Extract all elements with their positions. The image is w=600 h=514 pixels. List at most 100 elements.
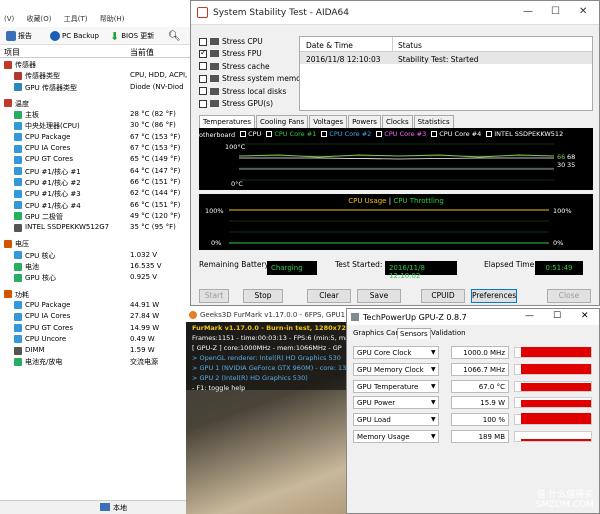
preferences-button[interactable]: Preferences [471,289,517,303]
sensor-row[interactable]: CPU 核心 1.032 V [0,250,190,261]
tab-validation[interactable]: Validation [429,328,468,338]
sensor-icon [14,312,22,321]
gpuz-sensor-name[interactable]: GPU Power [353,396,439,410]
sensor-value: 67 °C (153 °F) [130,144,181,153]
sensor-row[interactable]: CPU #1/核心 #4 66 °C (151 °F) [0,200,190,211]
column-item[interactable]: 项目 [4,47,20,58]
stress-checkbox[interactable] [199,62,207,71]
cpuid-button[interactable]: CPUID [421,289,465,303]
dropdown-arrow-icon[interactable]: ▼ [431,366,436,373]
stress-checkbox[interactable] [199,87,207,96]
sensor-label: 主板 [25,111,39,120]
stress-option[interactable]: Stress cache [199,62,270,71]
sensor-row[interactable]: GPU 核心 0.925 V [0,272,190,283]
gpuz-minimize-icon[interactable]: — [525,311,534,321]
maximize-icon[interactable]: ☐ [551,6,560,17]
sensor-row[interactable]: CPU Package 67 °C (153 °F) [0,132,190,143]
gpuz-sensor-value: 1066.7 MHz [451,362,509,376]
save-button[interactable]: Save [357,289,401,303]
close-button[interactable]: Close [547,289,591,303]
gpuz-sensor-name[interactable]: Memory Usage [353,430,439,443]
sensor-row[interactable]: 中央处理器(CPU) 30 °C (86 °F) [0,120,190,131]
minimize-icon[interactable]: — [523,6,533,17]
sensor-category[interactable]: 温度 [0,98,190,109]
sensor-row[interactable]: CPU IA Cores 67 °C (153 °F) [0,143,190,154]
sensor-category[interactable]: 电压 [0,238,190,249]
clear-button[interactable]: Clear [307,289,351,303]
sensor-row[interactable]: 传感器类型 CPU, HDD, ACPI, [0,70,190,81]
sensor-row[interactable]: 电池充/放电 交流电源 [0,356,190,367]
graph-tab[interactable]: Voltages [309,115,348,128]
sensor-category[interactable]: 传感器 [0,59,190,70]
dropdown-arrow-icon[interactable]: ▼ [431,399,436,406]
menu-favorites[interactable]: 收藏(O) [27,15,52,23]
sensor-label: GPU 核心 [25,274,56,283]
sensor-row[interactable]: CPU #1/核心 #2 66 °C (151 °F) [0,177,190,188]
dropdown-arrow-icon[interactable]: ▼ [431,383,436,390]
menu-help[interactable]: 帮助(H) [100,15,125,23]
stress-checkbox[interactable] [199,48,207,58]
sensor-row[interactable]: CPU Uncore 0.49 W [0,334,190,345]
temp-line-ssd [239,157,554,160]
gpuz-sensor-name[interactable]: GPU Load [353,413,439,427]
sensor-label: 传感器 [15,61,36,69]
sensor-row[interactable]: GPU 二极管 49 °C (120 °F) [0,211,190,222]
sensor-value: 67 °C (153 °F) [130,132,181,141]
stress-option[interactable]: Stress CPU [199,37,263,46]
bios-update-button[interactable]: ⬇ BIOS 更新 [110,30,154,43]
sensor-label: 中央处理器(CPU) [25,122,80,131]
tab-sensors[interactable]: Sensors [397,328,431,339]
hardware-icon [210,75,219,83]
pc-backup-button[interactable]: PC Backup [50,30,99,42]
sensor-icon [4,99,12,108]
stress-checkbox[interactable] [199,74,207,83]
menu-view[interactable]: (V) [4,15,14,23]
sensor-row[interactable]: 电池 16.535 V [0,261,190,272]
graph-tab[interactable]: Temperatures [199,115,255,128]
dropdown-arrow-icon[interactable]: ▼ [431,416,436,423]
stress-checkbox[interactable] [199,99,207,108]
gpuz-close-icon[interactable]: ✕ [581,311,589,321]
graph-tab[interactable]: Cooling Fans [256,115,309,128]
sensor-row[interactable]: CPU GT Cores 14.99 W [0,323,190,334]
sensor-icon [14,212,22,221]
sensor-icon [14,335,22,344]
sensor-row[interactable]: CPU #1/核心 #1 64 °C (147 °F) [0,166,190,177]
gpuz-sensor-name[interactable]: GPU Core Clock [353,346,439,359]
report-button[interactable]: 报告 [6,30,32,42]
sensor-value: 27.84 W [130,312,160,321]
close-icon[interactable]: ✕ [579,6,587,17]
sensor-row[interactable]: CPU Package 44.91 W [0,300,190,311]
stress-option[interactable]: Stress GPU(s) [199,99,273,108]
sensor-value: 65 °C (149 °F) [130,155,181,164]
sensor-row[interactable]: GPU 传感器类型 Diode (NV-Diod [0,82,190,93]
stress-option[interactable]: Stress system memory [199,74,308,83]
graph-tab[interactable]: Clocks [381,115,413,128]
menu-tools[interactable]: 工具(T) [64,15,88,23]
gpuz-sensor-row: GPU Temperature ▼ 67.0 °C [353,379,593,393]
gpuz-maximize-icon[interactable]: ☐ [553,311,561,321]
sensor-row[interactable]: CPU #1/核心 #3 62 °C (144 °F) [0,188,190,199]
sensor-row[interactable]: DIMM 1.59 W [0,345,190,356]
cpu-usage-graph: CPU Usage | CPU Throttling 100% 0% 100% … [199,194,593,250]
column-value[interactable]: 当前值 [130,47,154,58]
sensor-category[interactable]: 功耗 [0,289,190,300]
stress-checkbox[interactable] [199,37,207,46]
sensor-row[interactable]: 主板 28 °C (82 °F) [0,109,190,120]
search-button[interactable]: 🔍︎ [168,30,181,42]
gpuz-sensor-name[interactable]: GPU Memory Clock [353,362,439,376]
gpuz-sensor-name[interactable]: GPU Temperature [353,379,439,393]
graph-tab[interactable]: Statistics [413,115,454,128]
sensor-row[interactable]: INTEL SSDPEKKW512G7 35 °C (95 °F) [0,222,190,233]
stop-button[interactable]: Stop [243,289,283,303]
sensor-row[interactable]: CPU GT Cores 65 °C (149 °F) [0,154,190,165]
start-button[interactable]: Start [199,289,229,303]
graph-tab[interactable]: Powers [348,115,381,128]
stress-option[interactable]: Stress local disks [199,87,286,96]
sensor-icon [14,357,22,366]
dropdown-arrow-icon[interactable]: ▼ [431,349,436,356]
stress-option[interactable]: Stress FPU [199,48,262,58]
event-time: 2016/11/8 12:10:03 [306,55,381,64]
dropdown-arrow-icon[interactable]: ▼ [431,433,436,440]
sensor-row[interactable]: CPU IA Cores 27.84 W [0,311,190,322]
